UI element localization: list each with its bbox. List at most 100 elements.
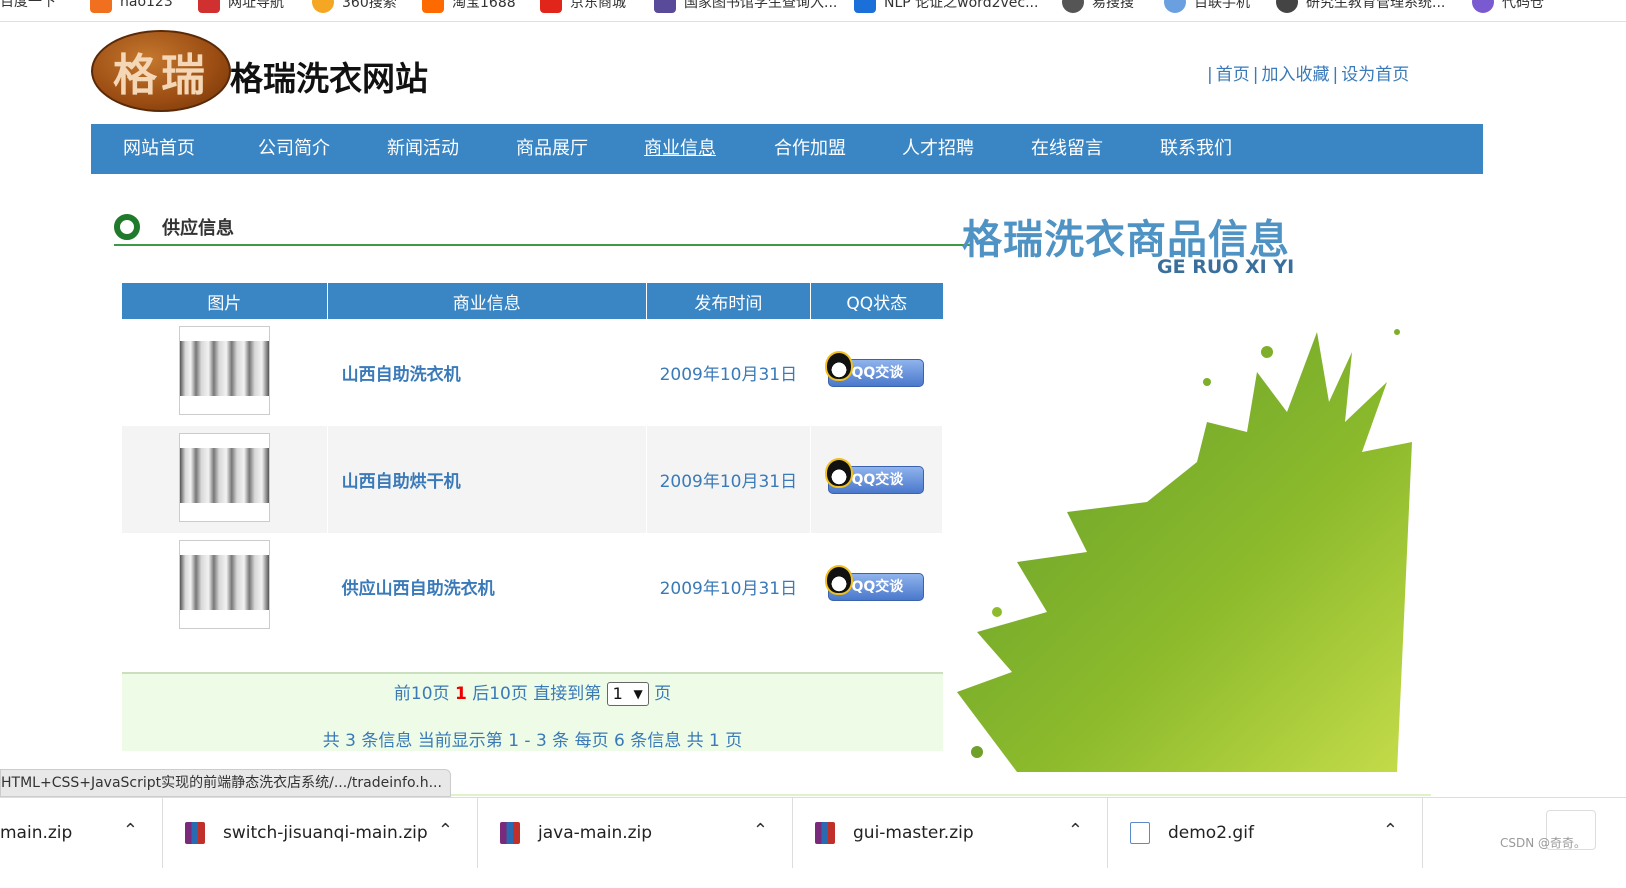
- qq-penguin-icon: [825, 457, 854, 488]
- page-unit: 页: [654, 684, 672, 704]
- chevron-up-icon[interactable]: ⌃: [1068, 820, 1083, 841]
- next-10-pages-link[interactable]: 后10页: [472, 684, 528, 704]
- qq-chat-button[interactable]: QQ交谈: [825, 564, 925, 601]
- table-row: 山西自助洗衣机 2009年10月31日 QQ交谈: [122, 319, 944, 426]
- product-link[interactable]: 供应山西自助洗衣机: [327, 533, 647, 640]
- bookmark-item[interactable]: 代码仓: [1472, 0, 1544, 13]
- top-links: | 首页 | 加入收藏 | 设为首页: [1204, 60, 1409, 85]
- download-item[interactable]: demo2.gif ⌃: [1108, 798, 1423, 868]
- set-homepage-link[interactable]: 设为首页: [1341, 65, 1409, 85]
- nav-item-news[interactable]: 新闻活动: [387, 124, 459, 174]
- magnifier-icon: [1062, 0, 1084, 13]
- bookmark-item[interactable]: 百度一下: [0, 0, 56, 11]
- bookmark-item[interactable]: NLP 论证之word2vec...: [854, 0, 1038, 13]
- main-nav: 网站首页 公司简介 新闻活动 商品展厅 商业信息 合作加盟 人才招聘 在线留言 …: [91, 124, 1483, 174]
- nav-item-guestbook[interactable]: 在线留言: [1031, 124, 1103, 174]
- product-link[interactable]: 山西自助烘干机: [327, 426, 647, 533]
- bookmark-item[interactable]: 研究生教育管理系统...: [1276, 0, 1445, 13]
- watermark: CSDN @奇奇。: [1499, 836, 1586, 850]
- qq-chat-button[interactable]: QQ交谈: [825, 457, 925, 494]
- chevron-down-icon: ▼: [633, 687, 643, 701]
- product-link[interactable]: 山西自助洗衣机: [327, 319, 647, 426]
- code-repo-icon: [1472, 0, 1494, 13]
- publish-date: 2009年10月31日: [646, 426, 811, 533]
- nav-site-icon: [198, 0, 220, 13]
- image-file-icon: [1130, 822, 1150, 844]
- bookmark-label: 国家图书馆学生查询入...: [684, 0, 838, 11]
- nav-item-business[interactable]: 商业信息: [644, 124, 716, 174]
- qq-chat-button[interactable]: QQ交谈: [825, 350, 925, 387]
- library-icon: [654, 0, 676, 13]
- pagination-summary: 共 3 条信息 当前显示第 1 - 3 条 每页 6 条信息 共 1 页: [322, 731, 743, 751]
- bookmark-label: 易搜搜: [1092, 0, 1134, 11]
- home-link[interactable]: 首页: [1216, 65, 1250, 85]
- bookmark-item[interactable]: 百联手机: [1164, 0, 1250, 13]
- chevron-up-icon[interactable]: ⌃: [1383, 820, 1398, 841]
- hao123-icon: [90, 0, 112, 13]
- archive-file-icon: [815, 822, 835, 844]
- archive-file-icon: [185, 822, 205, 844]
- nav-item-contact[interactable]: 联系我们: [1160, 124, 1232, 174]
- qq-label: QQ交谈: [851, 471, 904, 488]
- publish-date: 2009年10月31日: [646, 533, 811, 640]
- chevron-up-icon[interactable]: ⌃: [438, 820, 453, 841]
- washing-machine-image: [179, 555, 269, 610]
- washing-machine-image: [179, 448, 269, 503]
- bookmark-item[interactable]: 易搜搜: [1062, 0, 1134, 13]
- pagination-controls: 前10页 1 后10页 直接到第 1 ▼ 页: [122, 679, 943, 706]
- nav-item-about[interactable]: 公司简介: [258, 124, 330, 174]
- supply-table: 图片 商业信息 发布时间 QQ状态 山西自助洗衣机 2009年10月31日 QQ…: [122, 283, 944, 640]
- bookmark-item[interactable]: 360搜索: [312, 0, 397, 13]
- download-filename: demo2.gif: [1168, 823, 1254, 843]
- chevron-up-icon[interactable]: ⌃: [123, 820, 138, 841]
- section-title: 供应信息: [162, 218, 234, 239]
- qq-cell: QQ交谈: [810, 426, 944, 533]
- product-thumbnail[interactable]: [178, 326, 270, 415]
- zhihu-icon: [854, 0, 876, 13]
- page-select-value: 1: [612, 684, 623, 703]
- download-item[interactable]: main.zip ⌃: [0, 798, 163, 868]
- bookmark-label: hao123: [120, 0, 173, 10]
- download-item[interactable]: gui-master.zip ⌃: [793, 798, 1108, 868]
- download-item[interactable]: switch-jisuanqi-main.zip ⌃: [163, 798, 478, 868]
- download-filename: switch-jisuanqi-main.zip: [223, 823, 428, 843]
- column-header: QQ状态: [810, 283, 943, 319]
- chevron-up-icon[interactable]: ⌃: [753, 820, 768, 841]
- goto-label: 直接到第: [533, 684, 602, 704]
- bookmark-item[interactable]: hao123: [90, 0, 173, 13]
- bookmark-label: 研究生教育管理系统...: [1306, 0, 1446, 11]
- prev-10-pages-link[interactable]: 前10页: [394, 684, 450, 704]
- nav-item-franchise[interactable]: 合作加盟: [774, 124, 846, 174]
- download-filename: java-main.zip: [538, 823, 653, 843]
- section-heading: 供应信息: [114, 212, 970, 246]
- bookmark-item[interactable]: 国家图书馆学生查询入...: [654, 0, 837, 13]
- publish-date: 2009年10月31日: [646, 319, 811, 426]
- bookmark-label: 淘宝1688: [452, 0, 516, 11]
- table-header-row: 图片 商业信息 发布时间 QQ状态: [122, 283, 943, 319]
- picture-cell: [122, 319, 328, 426]
- bookmark-item[interactable]: 京东商城: [540, 0, 626, 13]
- qq-cell: QQ交谈: [810, 533, 944, 640]
- search-360-icon: [312, 0, 334, 13]
- download-filename: main.zip: [0, 823, 73, 843]
- product-thumbnail[interactable]: [178, 540, 270, 629]
- pagination: 前10页 1 后10页 直接到第 1 ▼ 页 共 3 条信息 当前显示第 1 - …: [122, 672, 943, 751]
- qq-penguin-icon: [825, 350, 854, 381]
- current-page: 1: [454, 684, 467, 704]
- product-thumbnail[interactable]: [178, 433, 270, 522]
- logo-text: 格瑞: [113, 50, 209, 101]
- nav-item-products[interactable]: 商品展厅: [516, 124, 588, 174]
- bookmark-item[interactable]: 网址导航: [198, 0, 284, 13]
- bookmark-label: 网址导航: [228, 0, 284, 11]
- download-item[interactable]: java-main.zip ⌃: [478, 798, 793, 868]
- qq-cell: QQ交谈: [810, 319, 944, 426]
- page-select[interactable]: 1 ▼: [606, 682, 649, 706]
- nav-item-home[interactable]: 网站首页: [123, 124, 195, 174]
- shop-icon: [422, 0, 444, 13]
- bookmark-item[interactable]: 淘宝1688: [422, 0, 516, 13]
- site-logo[interactable]: 格瑞: [91, 30, 231, 112]
- github-icon: [1276, 0, 1298, 13]
- add-favorite-link[interactable]: 加入收藏: [1261, 65, 1329, 85]
- separator: |: [1252, 65, 1259, 85]
- nav-item-jobs[interactable]: 人才招聘: [902, 124, 974, 174]
